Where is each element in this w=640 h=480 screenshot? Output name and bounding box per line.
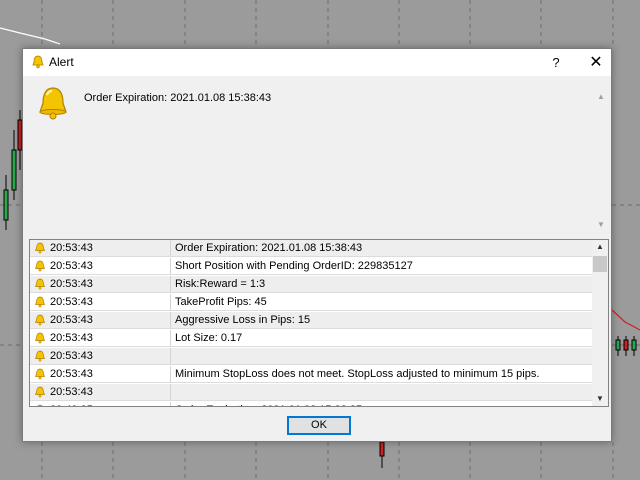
- table-row[interactable]: 20:53:43: [30, 348, 592, 365]
- column-divider: [170, 312, 171, 329]
- row-time: 20:53:43: [50, 332, 93, 344]
- bell-icon: [34, 368, 46, 380]
- table-row[interactable]: 20:53:43 Lot Size: 0.17: [30, 330, 592, 347]
- alert-log-list[interactable]: 20:53:43 Order Expiration: 2021.01.08 15:…: [29, 239, 609, 407]
- row-time: 20:53:43: [50, 386, 93, 398]
- bell-icon: [39, 87, 67, 120]
- column-divider: [170, 384, 171, 401]
- scroll-up-icon[interactable]: ▲: [595, 91, 607, 103]
- message-area: Order Expiration: 2021.01.08 15:38:43 ▲ …: [29, 77, 607, 233]
- bell-icon: [34, 386, 46, 398]
- window-title: Alert: [49, 55, 74, 69]
- table-row[interactable]: 20:53:43 Short Position with Pending Orde…: [30, 258, 592, 275]
- table-row[interactable]: 20:49:35 Order Expiration: 2021.01.08 15:…: [30, 402, 592, 406]
- bell-icon: [34, 332, 46, 344]
- column-divider: [170, 240, 171, 257]
- row-time: 20:53:43: [50, 260, 93, 272]
- bell-icon: [34, 350, 46, 362]
- message-text: Order Expiration: 2021.01.08 15:38:43: [84, 92, 272, 104]
- bell-icon: [32, 55, 44, 69]
- row-message: Risk:Reward = 1:3: [175, 278, 266, 290]
- row-time: 20:53:43: [50, 314, 93, 326]
- row-message: Short Position with Pending OrderID: 229…: [175, 260, 413, 272]
- column-divider: [170, 330, 171, 347]
- column-divider: [170, 402, 171, 406]
- row-message: Lot Size: 0.17: [175, 332, 243, 344]
- row-time: 20:53:43: [50, 368, 93, 380]
- bell-icon: [34, 314, 46, 326]
- help-button[interactable]: ?: [541, 49, 571, 76]
- row-message: Order Expiration: 2021.01.08 15:38:43: [175, 242, 363, 254]
- title-bar[interactable]: Alert ? ✕: [23, 49, 611, 76]
- log-scrollbar[interactable]: ▲ ▼: [592, 240, 608, 406]
- row-message: Aggressive Loss in Pips: 15: [175, 314, 311, 326]
- table-row[interactable]: 20:53:43 Minimum StopLoss does not meet. …: [30, 366, 592, 383]
- bell-icon: [34, 260, 46, 272]
- row-time: 20:53:43: [50, 350, 93, 362]
- column-divider: [170, 366, 171, 383]
- table-row[interactable]: 20:53:43: [30, 384, 592, 401]
- ok-button[interactable]: OK: [287, 416, 351, 435]
- table-row[interactable]: 20:53:43 TakeProfit Pips: 45: [30, 294, 592, 311]
- scroll-down-icon[interactable]: ▼: [595, 219, 607, 231]
- row-time: 20:49:35: [50, 404, 168, 406]
- alert-dialog: Alert ? ✕ Order Expiration: 2021.01.08 1…: [22, 48, 612, 442]
- scroll-thumb[interactable]: [593, 256, 607, 272]
- row-message: Order Expiration: 2021.01.08 15:33:35: [175, 404, 362, 406]
- message-scrollbar[interactable]: ▲ ▼: [595, 91, 607, 231]
- column-divider: [170, 258, 171, 275]
- scroll-down-icon[interactable]: ▼: [592, 392, 608, 406]
- table-row[interactable]: 20:53:43 Order Expiration: 2021.01.08 15:…: [30, 240, 592, 257]
- bell-icon: [34, 242, 46, 254]
- row-time: 20:53:43: [50, 296, 93, 308]
- column-divider: [170, 276, 171, 293]
- row-message: TakeProfit Pips: 45: [175, 296, 267, 308]
- row-time: 20:53:43: [50, 278, 93, 290]
- table-row[interactable]: 20:53:43 Risk:Reward = 1:3: [30, 276, 592, 293]
- table-row[interactable]: 20:53:43 Aggressive Loss in Pips: 15: [30, 312, 592, 329]
- row-time: 20:53:43: [50, 242, 93, 254]
- bell-icon: [34, 296, 46, 308]
- row-message: Minimum StopLoss does not meet. StopLoss…: [175, 368, 540, 380]
- scroll-up-icon[interactable]: ▲: [592, 240, 608, 254]
- bell-icon: [37, 404, 43, 406]
- column-divider: [170, 294, 171, 311]
- bell-icon: [34, 278, 46, 290]
- close-button[interactable]: ✕: [581, 49, 611, 76]
- column-divider: [170, 348, 171, 365]
